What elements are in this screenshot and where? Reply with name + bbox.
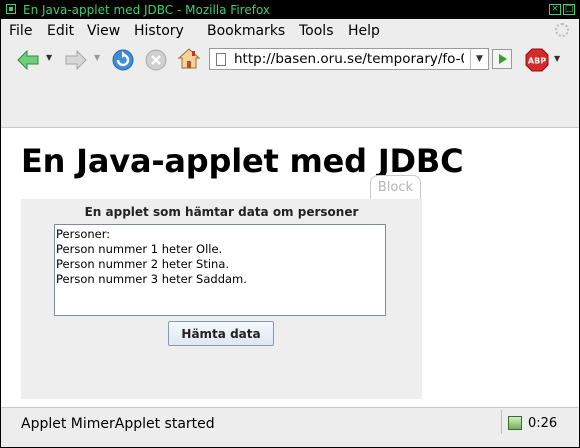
adblock-label: ABP (528, 57, 546, 66)
reload-icon[interactable] (111, 48, 135, 72)
menu-tools[interactable]: Tools (299, 23, 334, 39)
applet-heading: En applet som hämtar data om personer (84, 205, 359, 219)
window-title: En Java-applet med JDBC - Mozilla Firefo… (23, 3, 271, 17)
menu-bookmarks[interactable]: Bookmarks (207, 23, 285, 39)
applet-text-line: Person nummer 3 heter Saddam. (56, 272, 247, 286)
browser-window: En Java-applet med JDBC - Mozilla Firefo… (0, 0, 580, 448)
stop-icon[interactable] (144, 48, 168, 72)
page-content: En Java-applet med JDBC Block En applet … (1, 128, 579, 407)
window-menu-icon[interactable] (6, 4, 16, 14)
page-icon (216, 53, 226, 66)
back-dropdown-icon[interactable]: ▼ (46, 53, 52, 62)
go-button[interactable] (492, 49, 512, 69)
menu-bar: File Edit View History Bookmarks Tools H… (1, 19, 579, 43)
throbber-icon (555, 23, 569, 37)
applet-text-line: Person nummer 1 heter Olle. (56, 242, 223, 256)
back-arrow-icon[interactable] (17, 50, 39, 70)
menu-edit[interactable]: Edit (47, 23, 74, 39)
status-divider (501, 410, 502, 434)
block-tab[interactable]: Block (370, 175, 421, 199)
menu-help[interactable]: Help (348, 23, 380, 39)
home-icon[interactable] (177, 47, 201, 71)
applet-text-area[interactable]: Personer: Person nummer 1 heter Olle. Pe… (54, 224, 386, 316)
adblock-icon[interactable]: ABP (525, 48, 549, 72)
maximize-window-icon[interactable]: □ (563, 4, 575, 15)
menu-file[interactable]: File (9, 23, 32, 39)
forward-dropdown-icon[interactable]: ▼ (94, 53, 100, 62)
applet-text-line: Personer: (56, 227, 111, 241)
url-bar[interactable]: ▼ (209, 48, 489, 70)
java-applet: En applet som hämtar data om personer Pe… (21, 199, 422, 399)
menu-history[interactable]: History (134, 23, 184, 39)
bookmarks-toolbar (1, 77, 579, 128)
navigation-toolbar: ▼ ▼ ▼ ABP ▼ (1, 43, 579, 77)
url-input[interactable] (234, 50, 464, 68)
applet-text-line: Person nummer 2 heter Stina. (56, 257, 230, 271)
forward-arrow-icon[interactable] (65, 50, 87, 70)
status-time: 0:26 (528, 416, 558, 431)
java-console-icon[interactable] (508, 416, 522, 430)
close-window-icon[interactable]: × (549, 4, 561, 15)
url-history-dropdown-icon[interactable]: ▼ (470, 49, 488, 69)
status-bar: Applet MimerApplet started 0:26 (1, 407, 579, 447)
window-titlebar[interactable]: En Java-applet med JDBC - Mozilla Firefo… (1, 1, 579, 19)
fetch-data-button[interactable]: Hämta data (168, 321, 274, 346)
menu-view[interactable]: View (87, 23, 120, 39)
adblock-dropdown-icon[interactable]: ▼ (554, 54, 560, 63)
status-text: Applet MimerApplet started (21, 416, 215, 432)
